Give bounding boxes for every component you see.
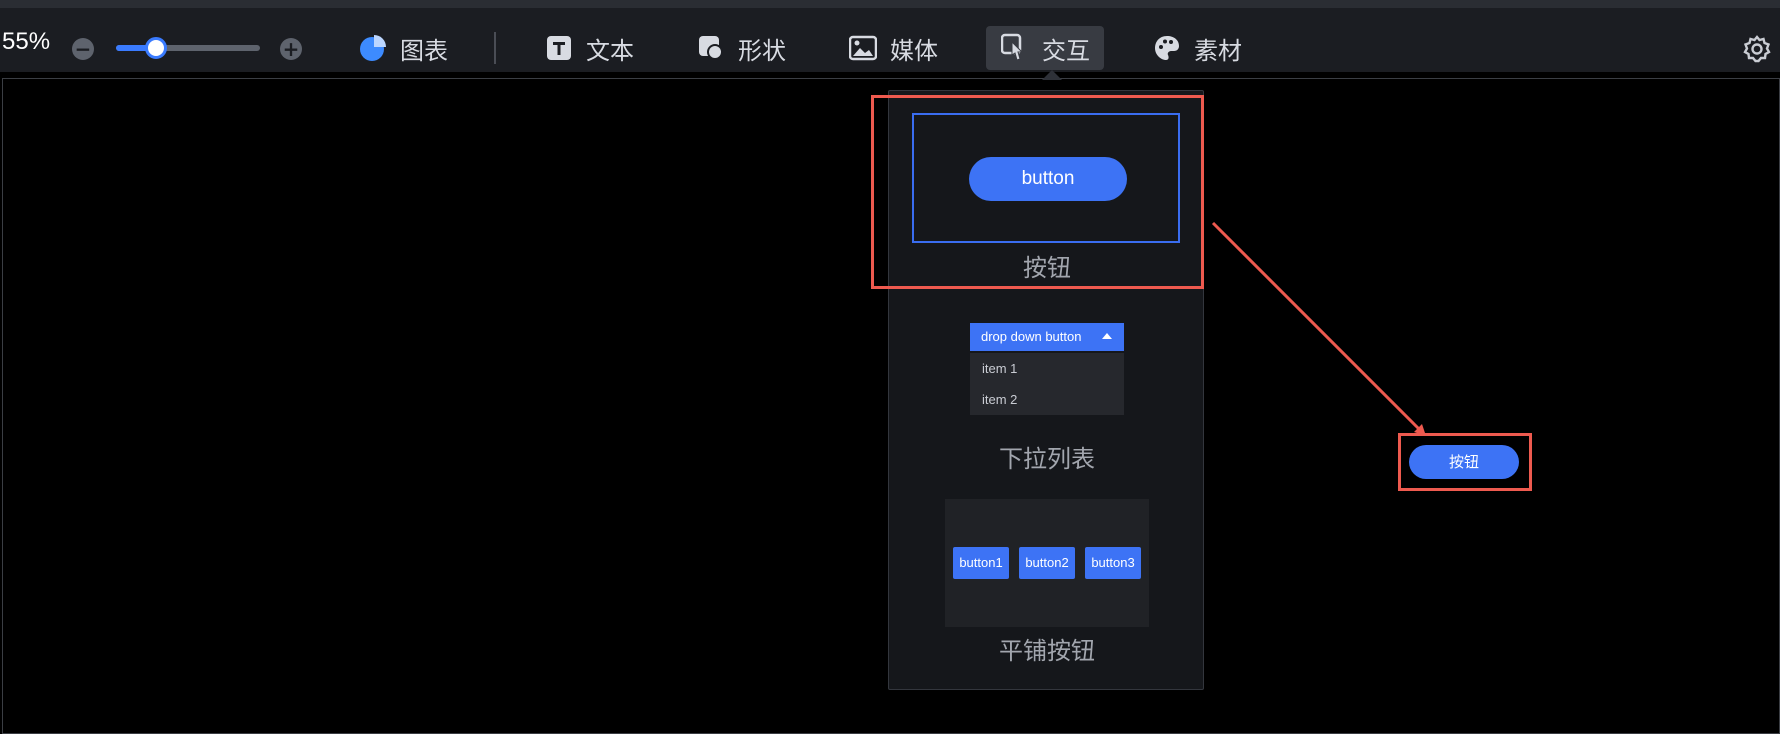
placed-button[interactable]: 按钮 [1409, 445, 1519, 479]
annotation-arrow [1211, 221, 1426, 436]
